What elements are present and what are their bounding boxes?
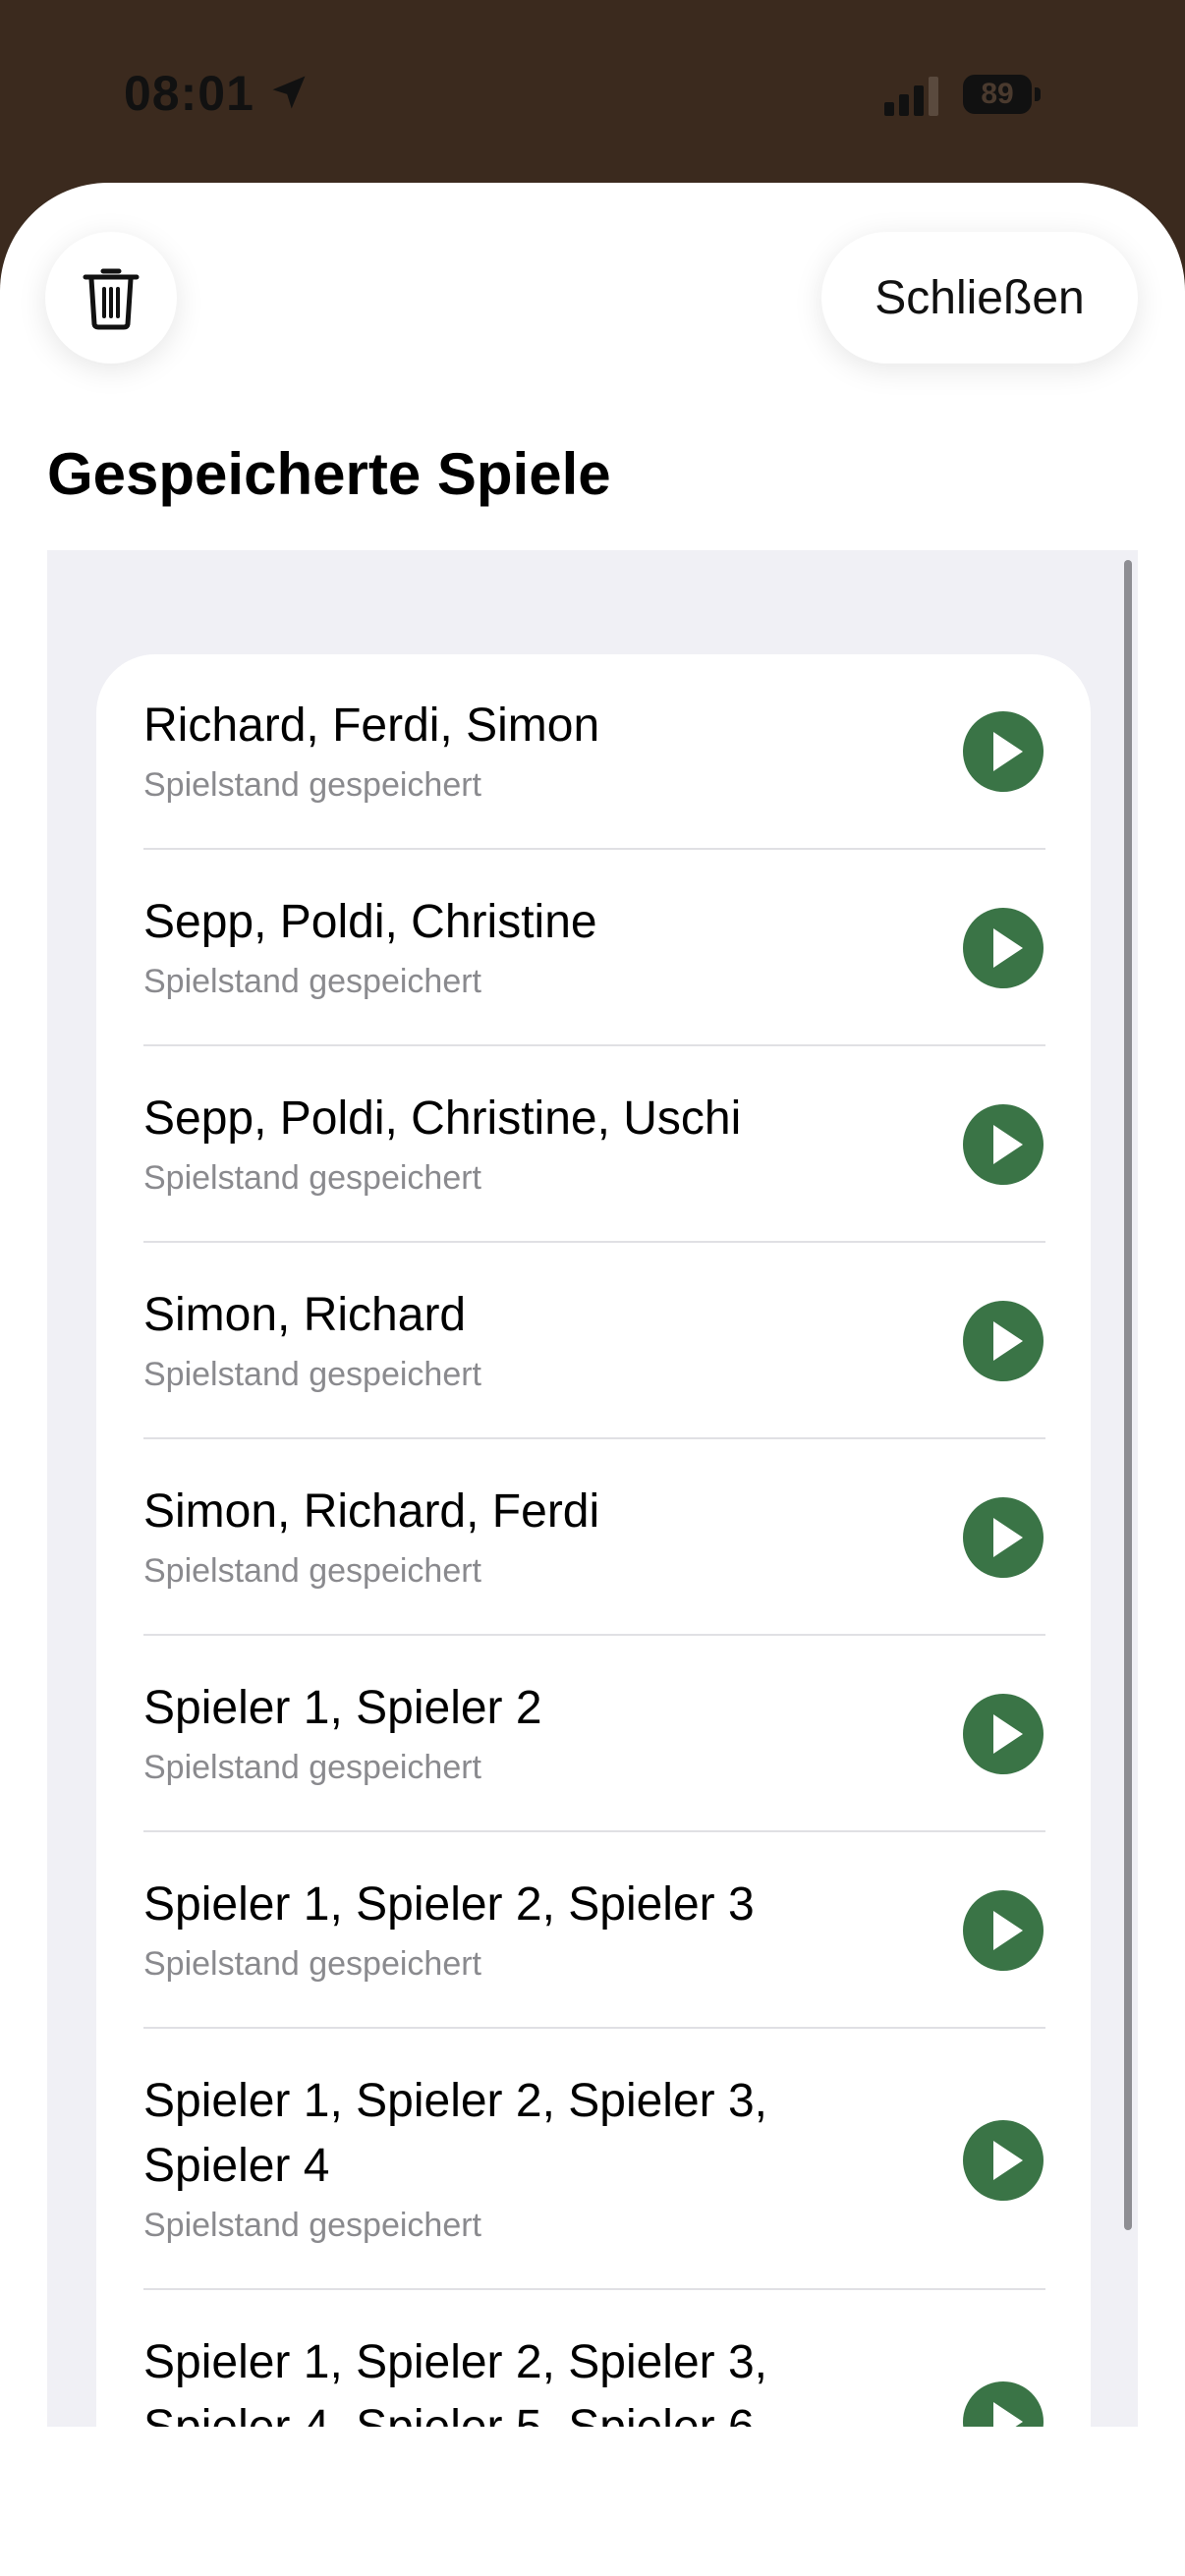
delete-button[interactable]: [45, 232, 177, 364]
list-item[interactable]: Simon, Richard, Ferdi Spielstand gespeic…: [96, 1440, 1091, 1637]
list-item[interactable]: Spieler 1, Spieler 2, Spieler 3, Spieler…: [96, 2030, 1091, 2291]
status-bar: 08:01 89: [0, 0, 1185, 187]
divider: [143, 1044, 1045, 1046]
game-players: Richard, Ferdi, Simon: [143, 700, 600, 752]
game-status: Spielstand gespeichert: [143, 1356, 482, 1393]
play-button[interactable]: [963, 2381, 1044, 2427]
list-item[interactable]: Richard, Ferdi, Simon Spielstand gespeic…: [96, 654, 1091, 851]
game-players: Simon, Richard: [143, 1289, 467, 1341]
game-status: Spielstand gespeichert: [143, 766, 482, 804]
list-item[interactable]: Spieler 1, Spieler 2, Spieler 3, Spieler…: [96, 2291, 1091, 2427]
game-players: Spieler 1, Spieler 2, Spieler 3: [143, 1878, 755, 1931]
status-time: 08:01: [124, 66, 254, 121]
saved-games-sheet: Schließen Gespeicherte Spiele Richard, F…: [0, 183, 1185, 2576]
scrollbar[interactable]: [1124, 560, 1132, 2230]
page-title: Gespeicherte Spiele: [47, 441, 611, 507]
game-players: Sepp, Poldi, Christine: [143, 896, 597, 948]
game-status: Spielstand gespeichert: [143, 1945, 482, 1983]
saved-games-list[interactable]: Richard, Ferdi, Simon Spielstand gespeic…: [47, 550, 1138, 2427]
list-item[interactable]: Spieler 1, Spieler 2, Spieler 3 Spielsta…: [96, 1833, 1091, 2030]
divider: [143, 1634, 1045, 1636]
battery-level: 89: [981, 78, 1014, 110]
game-status: Spielstand gespeichert: [143, 1159, 482, 1197]
location-arrow-icon: [272, 76, 306, 109]
close-button[interactable]: Schließen: [821, 232, 1138, 364]
divider: [143, 848, 1045, 850]
divider: [143, 1241, 1045, 1243]
list-item[interactable]: Sepp, Poldi, Christine, Uschi Spielstand…: [96, 1047, 1091, 1244]
list-item[interactable]: Spieler 1, Spieler 2 Spielstand gespeich…: [96, 1637, 1091, 1833]
trash-icon: [83, 268, 140, 330]
games-card: Richard, Ferdi, Simon Spielstand gespeic…: [96, 654, 1091, 2427]
game-players: Sepp, Poldi, Christine, Uschi: [143, 1092, 742, 1145]
game-players: Spieler 1, Spieler 2, Spieler 3, Spieler…: [143, 2075, 768, 2192]
game-status: Spielstand gespeichert: [143, 2207, 482, 2244]
game-status: Spielstand gespeichert: [143, 963, 482, 1000]
play-button[interactable]: [963, 1497, 1044, 1578]
game-status: Spielstand gespeichert: [143, 1552, 482, 1590]
game-status: Spielstand gespeichert: [143, 1749, 482, 1786]
divider: [143, 1437, 1045, 1439]
play-button[interactable]: [963, 2120, 1044, 2201]
list-item[interactable]: Simon, Richard Spielstand gespeichert: [96, 1244, 1091, 1440]
play-button[interactable]: [963, 1694, 1044, 1774]
play-button[interactable]: [963, 1104, 1044, 1185]
game-players: Spieler 1, Spieler 2: [143, 1682, 542, 1734]
play-button[interactable]: [963, 1301, 1044, 1381]
divider: [143, 1830, 1045, 1832]
game-players: Spieler 1, Spieler 2, Spieler 3, Spieler…: [143, 2336, 768, 2427]
divider: [143, 2288, 1045, 2290]
play-button[interactable]: [963, 908, 1044, 988]
play-button[interactable]: [963, 711, 1044, 792]
list-item[interactable]: Sepp, Poldi, Christine Spielstand gespei…: [96, 851, 1091, 1047]
sheet-bottom: [0, 2427, 1185, 2576]
game-players: Simon, Richard, Ferdi: [143, 1485, 600, 1538]
play-button[interactable]: [963, 1890, 1044, 1971]
divider: [143, 2027, 1045, 2029]
battery-icon: 89: [963, 75, 1042, 114]
cellular-signal-icon: [884, 77, 938, 116]
